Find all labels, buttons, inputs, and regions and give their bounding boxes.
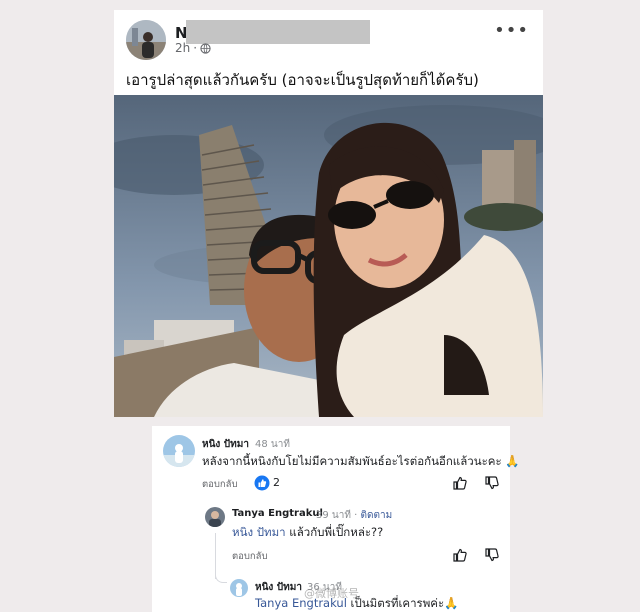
comment-author[interactable]: Tanya Engtrakul: [232, 508, 323, 519]
follow-button[interactable]: ติดตาม: [361, 510, 393, 521]
globe-icon: [200, 42, 211, 54]
thumbs-down-icon[interactable]: [484, 547, 500, 563]
post-card: N 2h · ••• เอารูปล่าสุดแล้วกันครับ (อาจจ…: [114, 10, 543, 417]
post-caption: เอารูปล่าสุดแล้วกันครับ (อาจจะเป็นรูปสุด…: [126, 71, 479, 89]
comment-body: เป็นมิตรที่เคารพค่ะ🙏: [346, 596, 459, 610]
more-options-button[interactable]: •••: [494, 20, 529, 41]
comment-time: 48 นาที: [255, 439, 290, 450]
post-photo[interactable]: [114, 95, 543, 417]
reply-button[interactable]: ตอบกลับ: [232, 549, 268, 564]
post-meta: 2h ·: [175, 41, 211, 55]
like-count: 2: [273, 476, 280, 489]
commenter-avatar[interactable]: [163, 435, 195, 467]
name-redaction: [186, 20, 370, 44]
commenter-avatar[interactable]: [205, 507, 225, 527]
like-reaction-icon: [254, 475, 270, 491]
watermark: @微博账号: [304, 587, 359, 600]
mention-link[interactable]: หนิง ปัทมา: [232, 525, 286, 539]
thumbs-up-icon[interactable]: [452, 475, 468, 491]
comment-text: หนิง ปัทมา แล้วกับพี่เปิ๊กหล่ะ??: [232, 524, 383, 542]
comment-author[interactable]: หนิง ปัทมา: [202, 437, 249, 452]
post-time[interactable]: 2h: [175, 41, 190, 55]
comment-time: 39 นาที: [316, 510, 351, 521]
reply-button[interactable]: ตอบกลับ: [202, 477, 238, 492]
comment-author[interactable]: หนิง ปัทมา: [255, 580, 302, 595]
thumbs-down-icon[interactable]: [484, 475, 500, 491]
comment-text: หลังจากนี้หนิงกับโยไม่มีความสัมพันธ์อะไร…: [202, 454, 520, 468]
thread-connector: [215, 571, 227, 583]
comment-body: แล้วกับพี่เปิ๊กหล่ะ??: [285, 525, 384, 539]
thumbs-up-icon[interactable]: [452, 547, 468, 563]
author-avatar[interactable]: [126, 20, 166, 60]
commenter-avatar[interactable]: [230, 579, 248, 597]
